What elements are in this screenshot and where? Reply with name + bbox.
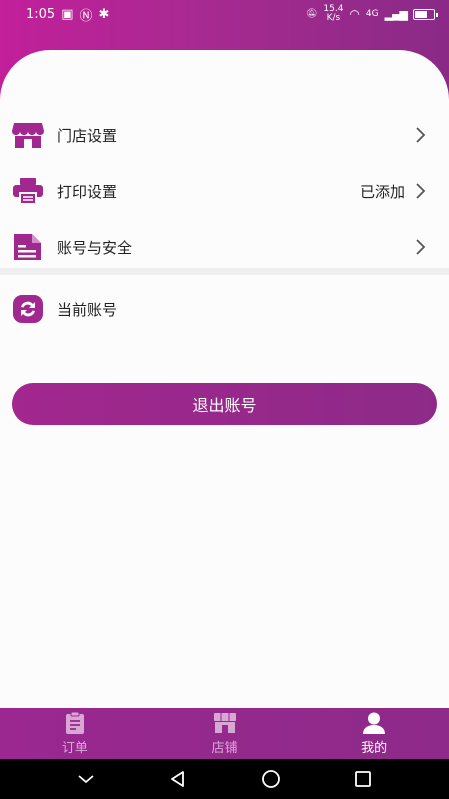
print-status-text: 已添加 — [359, 182, 405, 201]
menu-account-security-label: 账号与安全 — [57, 238, 133, 257]
tab-mine-label: 我的 — [361, 740, 388, 756]
chevron-right-icon — [416, 183, 426, 199]
menu-print-settings-label: 打印设置 — [57, 182, 118, 201]
status-time: 1:05 — [26, 6, 56, 22]
nfc-icon: Ⓝ — [79, 8, 93, 24]
person-icon — [363, 712, 386, 734]
tab-orders-label: 订单 — [61, 740, 88, 756]
tab-store-label: 店铺 — [211, 740, 238, 756]
status-bar: 1:05 ▣ Ⓝ ✱ 🔕︎ 15.4 K/s ◠ 4G ▂▄▆ — [0, 0, 449, 28]
menu-store-settings[interactable]: 门店设置 — [0, 107, 449, 163]
tab-orders[interactable]: 订单 — [0, 708, 150, 759]
chevron-down-icon[interactable] — [76, 769, 96, 789]
menu-account-security[interactable]: 账号与安全 — [0, 219, 449, 275]
bottom-tab-bar: 订单 店铺 我的 — [0, 708, 449, 759]
store-icon — [12, 121, 44, 149]
printer-icon — [12, 177, 44, 205]
system-nav-bar — [0, 759, 449, 799]
wifi-icon: ◠ — [349, 7, 360, 21]
chevron-right-icon — [416, 127, 426, 143]
menu-current-account-label: 当前账号 — [57, 300, 118, 319]
battery-icon — [413, 8, 438, 20]
recents-icon[interactable] — [353, 769, 373, 789]
signal-icon: ▂▄▆ — [384, 7, 408, 21]
switch-account-icon — [12, 295, 44, 323]
menu-store-settings-label: 门店设置 — [57, 126, 118, 145]
logout-button[interactable]: 退出账号 — [12, 383, 437, 425]
menu-current-account[interactable]: 当前账号 — [0, 281, 449, 337]
clipboard-icon — [65, 711, 84, 734]
mute-icon: 🔕︎ — [305, 9, 318, 19]
tab-mine[interactable]: 我的 — [299, 708, 449, 759]
menu-print-settings[interactable]: 打印设置 已添加 — [0, 163, 449, 219]
back-icon[interactable] — [168, 769, 188, 789]
chevron-right-icon — [416, 239, 426, 255]
network-type: 4G — [365, 9, 379, 19]
home-icon[interactable] — [261, 769, 281, 789]
tab-store[interactable]: 店铺 — [150, 708, 300, 759]
sim-icon: ▣ — [61, 6, 74, 22]
document-icon — [12, 233, 44, 261]
network-speed: 15.4 K/s — [323, 4, 344, 23]
bluetooth-icon: ✱ — [98, 6, 110, 22]
store-icon — [213, 712, 236, 733]
section-divider — [0, 268, 449, 275]
